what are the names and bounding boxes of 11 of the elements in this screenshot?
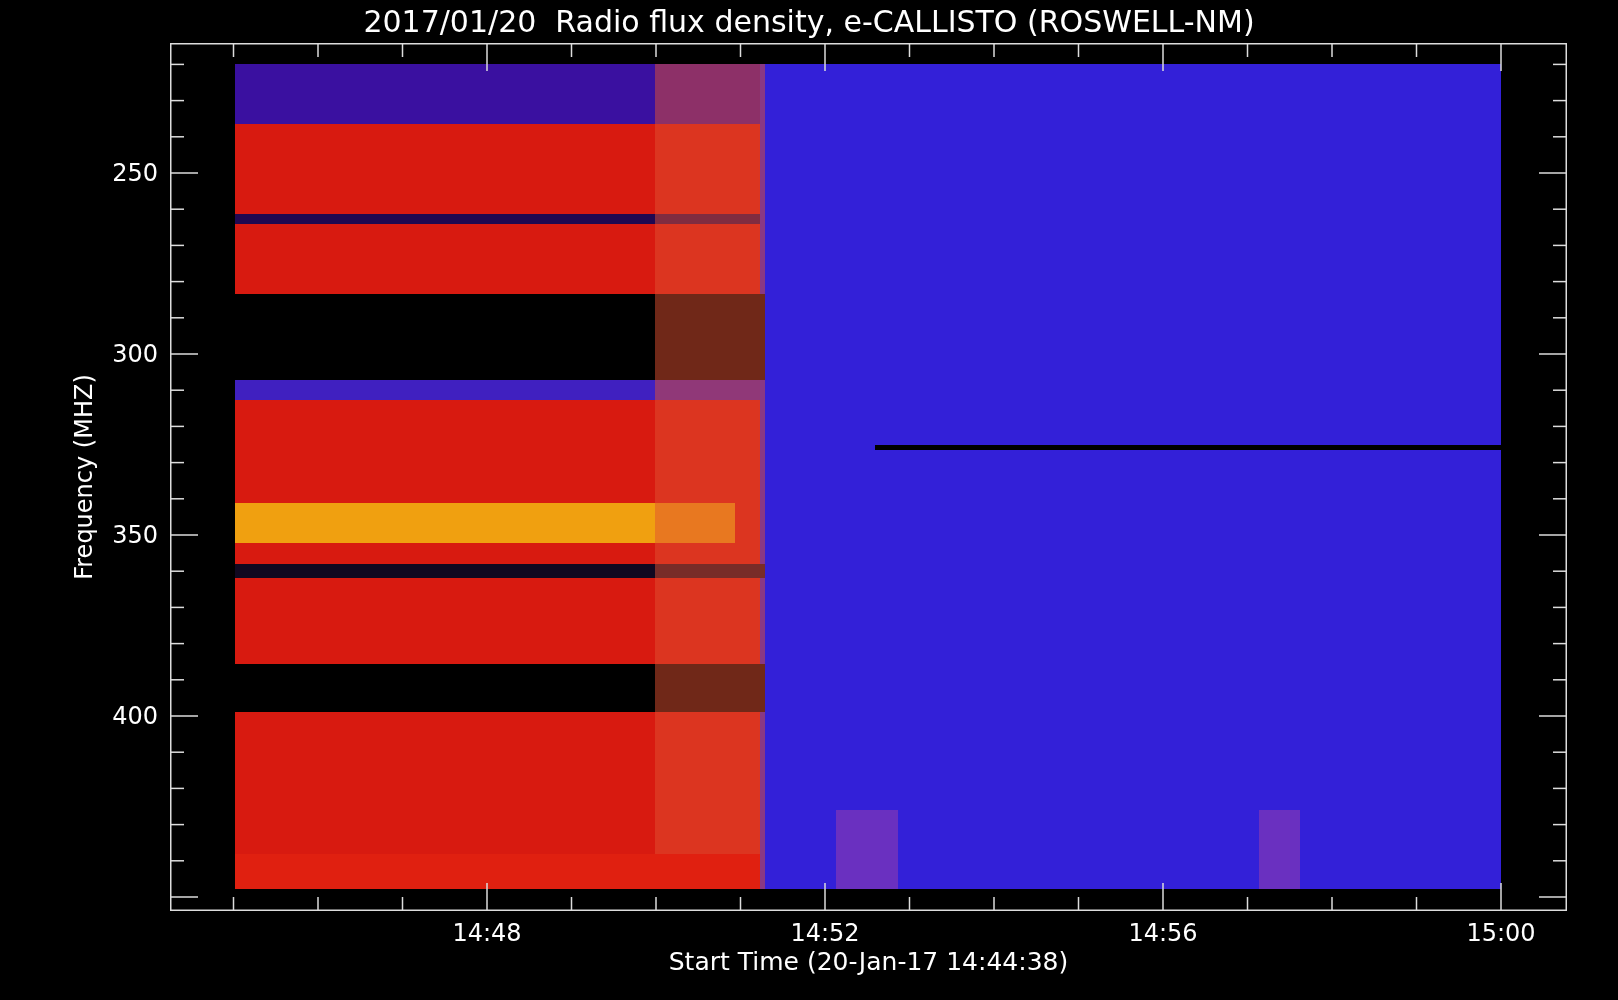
y-tick-label: 250 — [112, 161, 158, 185]
y-tick-label: 300 — [112, 342, 158, 366]
chart-title: 2017/01/20 Radio flux density, e-CALLISTO (ROSWELL-NM) — [363, 3, 1255, 41]
y-tick-label: 350 — [112, 523, 158, 547]
y-axis-label: Frequency (MHZ) — [72, 374, 96, 580]
y-tick-label: 400 — [112, 704, 158, 728]
x-tick-label: 14:48 — [452, 921, 522, 945]
x-axis-label: Start Time (20-Jan-17 14:44:38) — [668, 947, 1069, 977]
x-tick-label: 14:52 — [790, 921, 860, 945]
x-tick-label: 14:56 — [1128, 921, 1198, 945]
x-tick-label: 15:00 — [1466, 921, 1536, 945]
